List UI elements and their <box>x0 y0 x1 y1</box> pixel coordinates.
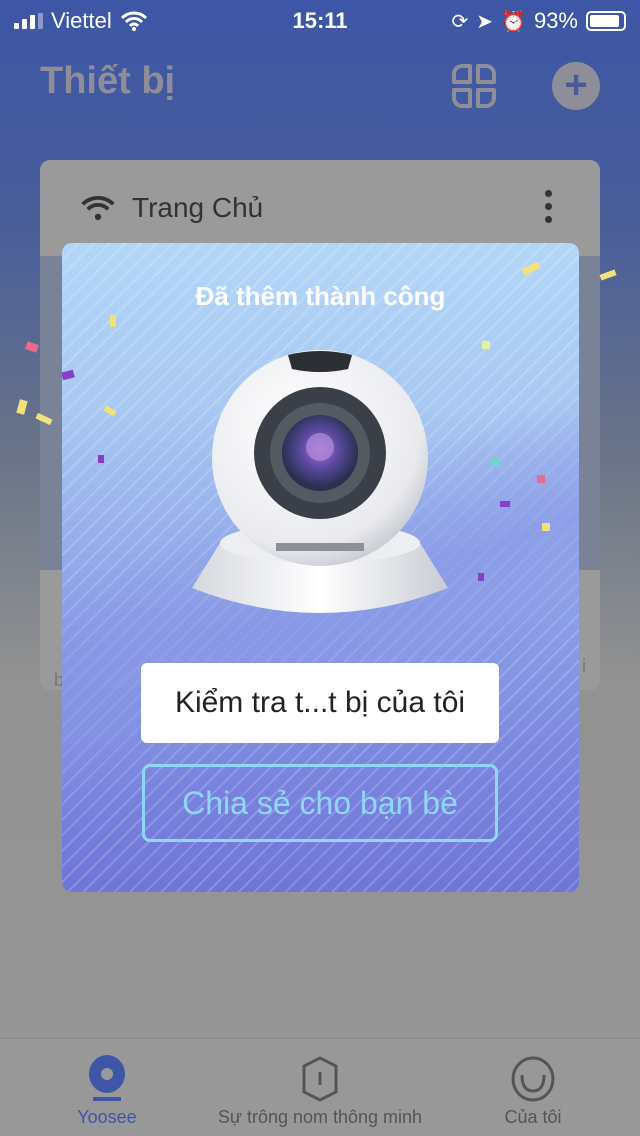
add-device-button[interactable]: + <box>552 62 600 110</box>
header: Thiết bị + <box>40 60 600 116</box>
more-vertical-icon[interactable] <box>545 190 552 223</box>
confetti-piece <box>482 341 490 349</box>
grid-view-icon[interactable] <box>452 64 496 108</box>
smile-icon <box>511 1056 555 1102</box>
check-my-device-button[interactable]: Kiểm tra t...t bị của tôi <box>141 663 499 743</box>
status-bar: Viettel 15:11 ⟳ ➤ ⏰ 93% <box>0 0 640 40</box>
tab-my-account[interactable]: Của tôi <box>486 1051 580 1128</box>
battery-icon <box>586 11 626 31</box>
alarm-icon: ⏰ <box>501 10 526 33</box>
wifi-icon <box>81 196 115 221</box>
confetti-piece <box>500 501 510 507</box>
device-name: Trang Chủ <box>132 192 264 223</box>
confetti-piece <box>537 475 545 483</box>
modal-title: Đã thêm thành công <box>195 281 446 311</box>
battery-percent: 93% <box>533 8 578 33</box>
share-with-friends-button[interactable]: Chia sẻ cho bạn bè <box>142 764 498 842</box>
location-icon: ➤ <box>476 10 494 33</box>
camera-illustration <box>192 350 448 613</box>
shield-icon <box>302 1056 338 1102</box>
confetti-piece <box>478 573 484 581</box>
rotation-lock-icon: ⟳ <box>451 10 469 33</box>
status-right: ⟳ ➤ ⏰ 93% <box>452 8 626 34</box>
confetti-piece <box>110 315 116 327</box>
tab-smart-monitoring[interactable]: Sự trông nom thông minh <box>205 1051 435 1128</box>
confetti-piece <box>98 455 104 463</box>
plus-icon: + <box>564 63 588 107</box>
tab-label: Của tôi <box>504 1107 562 1127</box>
confetti-piece <box>542 523 550 531</box>
tab-bar: Yoosee Sự trông nom thông minh Của tôi <box>0 1038 640 1136</box>
tab-yoosee[interactable]: Yoosee <box>60 1051 154 1128</box>
tab-label: Yoosee <box>77 1107 137 1127</box>
camera-icon <box>89 1055 125 1101</box>
card-label-right: i <box>582 656 586 676</box>
tab-label: Sự trông nom thông minh <box>217 1107 423 1127</box>
success-modal: Đã thêm thành công Kiểm tra t...t bị của… <box>62 243 579 892</box>
confetti-piece <box>492 458 500 466</box>
